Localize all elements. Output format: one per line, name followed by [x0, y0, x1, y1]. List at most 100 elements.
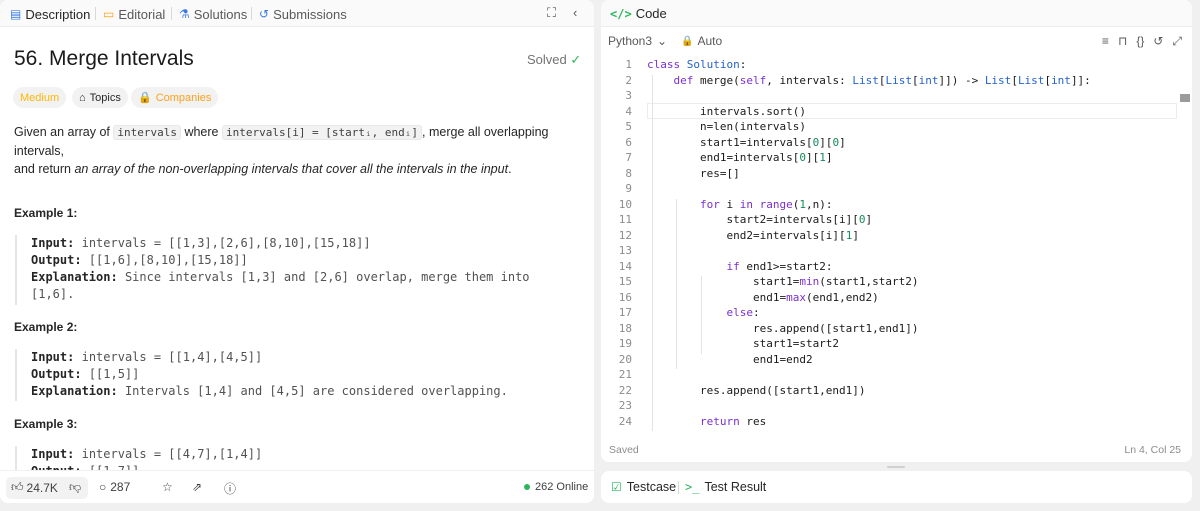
braces-icon[interactable]: {} — [1136, 34, 1144, 49]
help-icon: ⓘ — [224, 482, 237, 496]
code-line[interactable]: 15 start1=min(start1,start2) — [601, 274, 1192, 290]
companies-button[interactable]: 🔒 Companies — [131, 87, 219, 108]
solved-status: Solved ✓ — [527, 52, 581, 68]
code-tab[interactable]: </> Code — [610, 6, 667, 21]
code-text: end1=end2 — [647, 352, 813, 366]
code-line[interactable]: 7 end1=intervals[0][1] — [601, 150, 1192, 166]
line-number: 14 — [618, 259, 632, 273]
comment-icon: ○ — [99, 480, 107, 494]
online-label: 262 Online — [535, 481, 589, 493]
comment-count: 287 — [110, 480, 131, 494]
code-line[interactable]: 21 — [601, 367, 1192, 383]
code-line[interactable]: 18 res.append([start1,end1]) — [601, 321, 1192, 337]
code-line[interactable]: 22 res.append([start1,end1]) — [601, 383, 1192, 399]
solved-label: Solved — [527, 52, 567, 67]
tab-divider — [251, 7, 252, 20]
language-select[interactable]: Python3 ⌄ — [608, 34, 667, 48]
code-line[interactable]: 6 start1=intervals[0][0] — [601, 135, 1192, 151]
tab-testcase[interactable]: ☑ Testcase — [611, 480, 676, 494]
thumbs-down-icon: 👎︎ — [69, 480, 82, 494]
code-line[interactable]: 5 n=len(intervals) — [601, 119, 1192, 135]
star-icon: ☆ — [162, 480, 173, 494]
code-line[interactable]: 13 — [601, 243, 1192, 259]
code-line[interactable]: 23 — [601, 398, 1192, 414]
difficulty-badge[interactable]: Medium — [13, 87, 67, 108]
scrollbar-marker[interactable] — [1180, 94, 1190, 102]
example-output: [[1,5]] — [88, 367, 140, 381]
auto-label: Auto — [697, 34, 723, 48]
tab-test-result[interactable]: >_ Test Result — [685, 480, 766, 494]
console-panel: ☑ Testcase >_ Test Result — [601, 471, 1192, 503]
topics-button[interactable]: ⌂ Topics — [72, 87, 128, 108]
code-line[interactable]: 14 if end1>=start2: — [601, 259, 1192, 275]
line-number: 6 — [625, 135, 632, 149]
format-icon[interactable]: ≡ — [1102, 34, 1109, 49]
code-editor[interactable]: 1 class Solution: 2 def merge(self, interv… — [601, 57, 1192, 431]
code-line[interactable]: 17 else: — [601, 305, 1192, 321]
favorite-button[interactable]: ☆ — [162, 480, 173, 494]
code-line[interactable]: 3 — [601, 88, 1192, 104]
line-number: 8 — [625, 166, 632, 180]
code-line[interactable]: 4 intervals.sort() — [601, 104, 1192, 120]
input-label: Input: — [31, 236, 75, 250]
bookmark-icon[interactable]: ⊓ — [1118, 34, 1127, 49]
code-line[interactable]: 20 end1=end2 — [601, 352, 1192, 368]
line-number: 22 — [618, 383, 632, 397]
example-input: intervals = [[4,7],[1,4]] — [81, 447, 263, 461]
description-footer — [0, 470, 594, 503]
code-text: res.append([start1,end1]) — [647, 383, 866, 397]
topics-label: Topics — [89, 91, 121, 104]
input-label: Input: — [31, 350, 75, 364]
tab-editorial[interactable]: ▭ Editorial — [103, 5, 165, 23]
description-panel: ▤ Description ▭ Editorial ⚗ Solutions ↺ … — [0, 0, 594, 503]
code-line[interactable]: 19 start1=start2 — [601, 336, 1192, 352]
dislike-button[interactable]: 👎︎ — [69, 480, 81, 495]
example-explanation: [1,6]. — [31, 287, 75, 301]
code-line[interactable]: 11 start2=intervals[i][0] — [601, 212, 1192, 228]
code-line[interactable]: 12 end2=intervals[i][1] — [601, 228, 1192, 244]
line-number: 4 — [625, 104, 632, 118]
inline-code: intervals[i] = [startᵢ, endᵢ] — [221, 125, 423, 140]
code-line[interactable]: 8 res=[] — [601, 166, 1192, 182]
example-explanation: Intervals [1,4] and [4,5] are considered… — [124, 384, 508, 398]
tab-label: Submissions — [273, 6, 347, 22]
tab-label: Testcase — [626, 480, 677, 494]
code-text: return res — [699, 414, 767, 428]
code-line[interactable]: 10 for i in range(1,n): — [601, 197, 1192, 213]
example-explanation: Since intervals [1,3] and [2,6] overlap,… — [124, 270, 530, 284]
desc-text: where — [180, 125, 222, 139]
code-text: else: — [726, 306, 760, 319]
code-tab-label: Code — [635, 6, 667, 21]
help-button[interactable]: ⓘ — [224, 480, 236, 497]
lock-icon: 🔒 — [681, 35, 694, 47]
check-circle-icon: ✓ — [570, 52, 582, 67]
page-title: 56. Merge Intervals — [14, 47, 194, 70]
auto-mode-toggle[interactable]: 🔒 Auto — [681, 34, 722, 48]
code-panel: </> Code Python3 ⌄ 🔒 Auto ≡ ⊓ {} ↺ ⤢ 1 cl… — [601, 0, 1192, 462]
tab-description[interactable]: ▤ Description — [10, 5, 90, 23]
example-block: Input: intervals = [[1,3],[2,6],[8,10],[… — [15, 235, 575, 305]
code-line[interactable]: 2 def merge(self, intervals: List[List[i… — [601, 73, 1192, 89]
chevron-down-icon: ⌄ — [657, 34, 668, 48]
code-line[interactable]: 1 class Solution: — [601, 57, 1192, 73]
resize-handle[interactable] — [887, 466, 905, 468]
line-number: 20 — [618, 352, 632, 366]
tab-submissions[interactable]: ↺ Submissions — [259, 5, 347, 23]
code-text: end2=intervals[i][1] — [647, 228, 859, 242]
like-button[interactable]: 👍︎ 24.7K — [11, 480, 58, 495]
code-line[interactable]: 16 end1=max(end1,end2) — [601, 290, 1192, 306]
expand-icon[interactable]: ⤢ — [1172, 34, 1182, 49]
line-number: 11 — [618, 213, 632, 226]
tab-solutions[interactable]: ⚗ Solutions — [179, 5, 247, 23]
code-text: res.append([start1,end1]) — [647, 321, 919, 335]
code-line[interactable]: 9 — [601, 181, 1192, 197]
code-text: if end1>=start2: — [726, 259, 833, 273]
code-line[interactable]: 24 return res — [601, 414, 1192, 430]
fullscreen-icon[interactable]: ⛶ — [547, 5, 556, 21]
code-text: end1=max(end1,end2) — [647, 290, 879, 304]
reset-icon[interactable]: ↺ — [1153, 34, 1163, 49]
chevron-left-icon[interactable]: ‹ — [573, 5, 577, 20]
comments-button[interactable]: ○ 287 — [99, 480, 130, 494]
share-button[interactable]: ⇗ — [192, 480, 202, 494]
online-dot-icon — [524, 484, 530, 490]
